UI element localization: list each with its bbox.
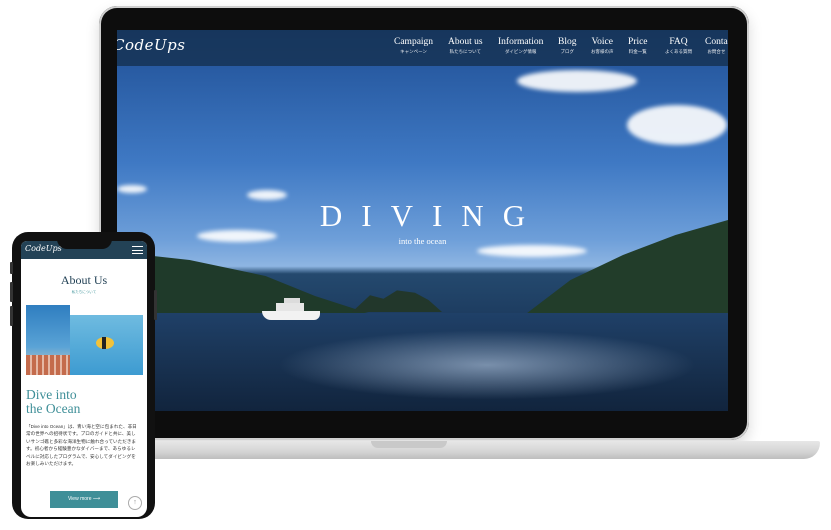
hamburger-menu-icon[interactable] [132,246,143,254]
hero-subtitle: into the ocean [398,236,447,246]
cloud [517,70,637,92]
nav-label: Conta [705,37,728,47]
nav-sublabel: 私たちについて [449,49,481,54]
nav-information[interactable]: Information ダイビング情報 [498,37,543,55]
about-photos [26,305,143,375]
nav-sublabel: ダイビング情報 [504,49,537,54]
view-more-button[interactable]: View more ⟶ [50,491,118,508]
nav-voice[interactable]: Voice お客様の声 [591,37,614,55]
nav-sublabel: よくある質問 [665,49,692,54]
nav-faq[interactable]: FAQ よくある質問 [665,37,692,55]
cloud [117,185,147,193]
phone-side-button [10,282,13,302]
nav-label: About us [448,37,483,47]
fish-photo [70,315,143,375]
nav-sublabel: お客様の声 [591,49,614,54]
nav-about-us[interactable]: About us 私たちについて [448,37,483,55]
rooftop-photo [26,305,70,375]
nav-sublabel: 料金一覧 [628,49,647,54]
nav-label: Voice [591,37,613,47]
site-logo[interactable]: CodeUps [117,36,185,54]
cloud [477,245,587,257]
boat [262,298,320,320]
nav-sublabel: お問合せ [707,49,726,54]
about-us-subheading: 私たちについて [71,290,97,294]
about-us-heading: About Us [60,273,108,287]
nav-contact[interactable]: Conta お問合せ [705,37,728,55]
hero-title: DIVING [319,198,545,233]
site-header: CodeUps Campaign キャンペーン About us 私たちについて… [117,30,728,66]
nav-campaign[interactable]: Campaign キャンペーン [394,37,433,55]
nav-label: Campaign [394,37,434,47]
nav-label: Blog [558,37,577,47]
nav-blog[interactable]: Blog ブログ [558,37,576,55]
phone-side-button [10,306,13,326]
sea-sparkle [277,330,697,400]
phone-site-logo[interactable]: CodeUps [25,244,62,253]
laptop-notch [371,441,447,448]
phone-screen: CodeUps About Us 私たちについて Dive into the O… [21,241,147,517]
nav-label: Information [498,37,544,47]
cloud [627,105,727,145]
nav-label: Price [628,37,648,47]
nav-sublabel: ブログ [560,49,574,54]
phone-side-button [154,290,157,320]
dive-into-ocean-heading: Dive into the Ocean [26,387,81,416]
phone-notch [57,236,112,249]
phone-side-button [10,262,13,274]
dive-into-ocean-text: 「Dive into Ocean」は、青い海と空に包まれた、非日常の世界への招待… [26,424,137,467]
nav-sublabel: キャンペーン [400,49,427,54]
nav-label: FAQ [669,37,688,47]
nav-price[interactable]: Price 料金一覧 [628,37,648,55]
laptop-screen: CodeUps Campaign キャンペーン About us 私たちについて… [117,30,728,411]
scroll-top-icon[interactable]: ↑ [128,496,142,510]
